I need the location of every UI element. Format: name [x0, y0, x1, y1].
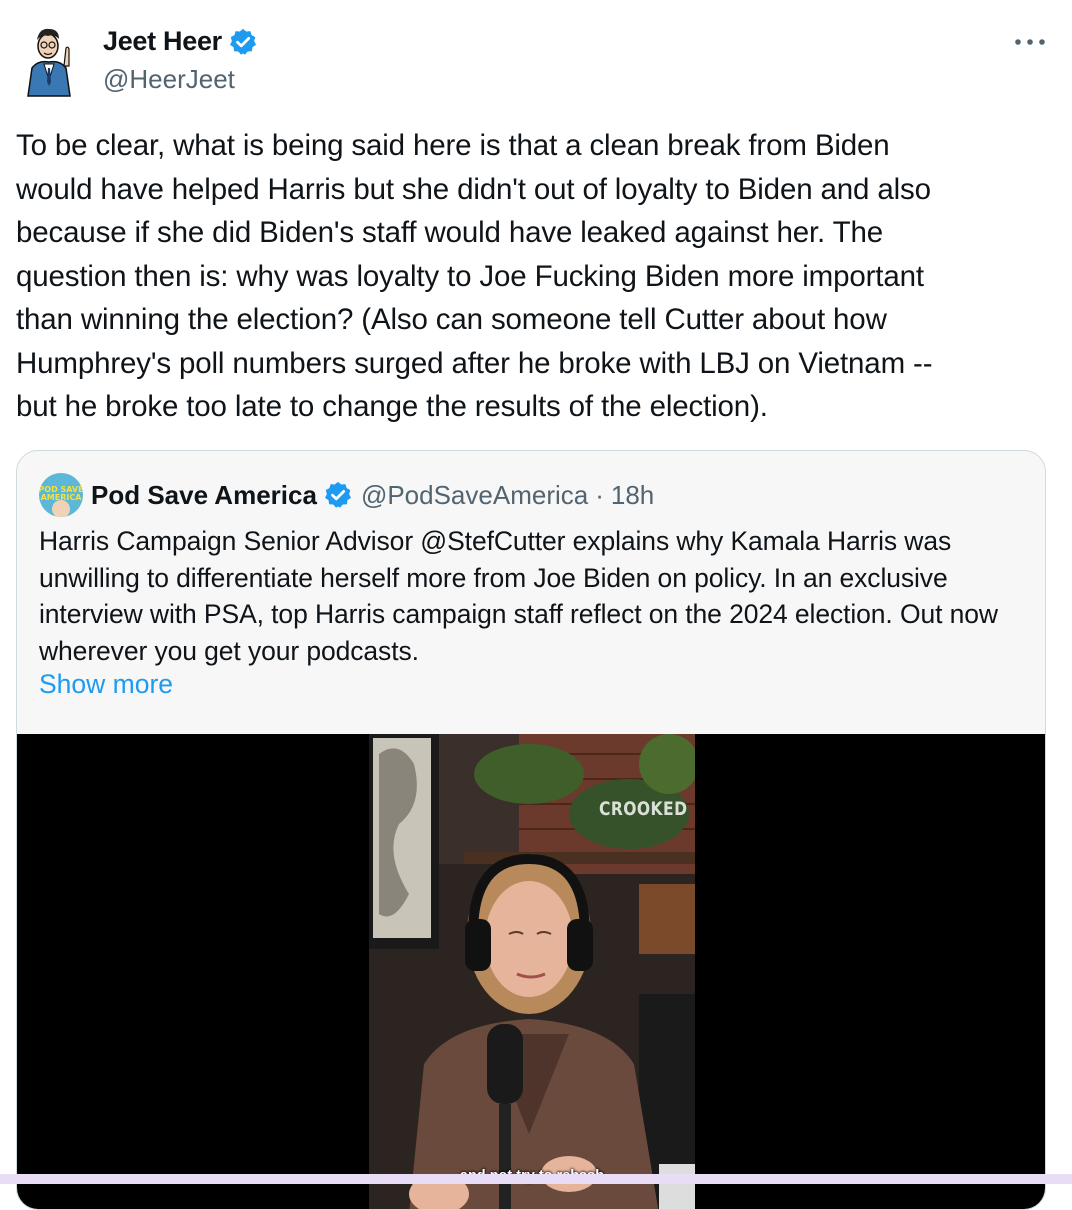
verified-badge-icon — [229, 28, 256, 55]
quoted-author-handle[interactable]: @PodSaveAmerica — [361, 480, 588, 511]
video-player[interactable]: CROOKED and not try to rehash — [17, 734, 1045, 1209]
quoted-tweet-header: POD SAVE AMERICA Pod Save America @PodSa… — [39, 471, 654, 519]
video-frame: CROOKED and not try to rehash — [369, 734, 695, 1209]
tweet-text: To be clear, what is being said here is … — [16, 129, 933, 423]
bottom-strip — [0, 1174, 1072, 1184]
cartoon-man-avatar-icon — [27, 28, 71, 97]
quoted-author-avatar[interactable]: POD SAVE AMERICA — [39, 473, 83, 517]
show-more-link[interactable]: Show more — [39, 669, 173, 700]
quoted-timestamp[interactable]: 18h — [611, 480, 654, 511]
quoted-tweet[interactable]: POD SAVE AMERICA Pod Save America @PodSa… — [16, 450, 1046, 1210]
verified-badge-icon — [324, 481, 351, 508]
pod-save-america-logo-icon: POD SAVE AMERICA — [39, 473, 83, 517]
video-watermark: CROOKED — [599, 798, 688, 820]
tweet: Jeet Heer @HeerJeet To be clear, what is… — [0, 0, 1072, 1210]
quoted-tweet-text: Harris Campaign Senior Advisor @StefCutt… — [39, 526, 998, 666]
more-horizontal-icon — [1015, 39, 1045, 45]
author-name[interactable]: Jeet Heer — [103, 26, 258, 57]
author-name-text: Jeet Heer — [103, 26, 222, 56]
author-avatar[interactable] — [18, 22, 80, 98]
svg-text:AMERICA: AMERICA — [41, 493, 83, 502]
quoted-author-name[interactable]: Pod Save America — [91, 480, 317, 511]
more-options-button[interactable] — [1010, 26, 1050, 58]
author-handle[interactable]: @HeerJeet — [103, 64, 235, 95]
separator-dot: · — [595, 479, 604, 510]
